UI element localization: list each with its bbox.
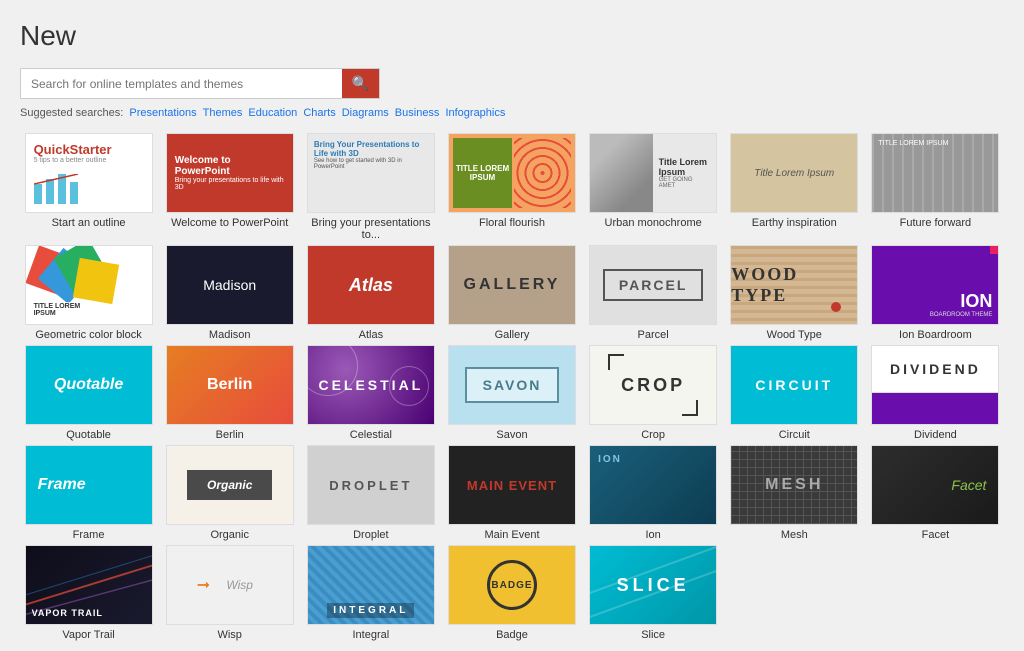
template-label-berlin: Berlin xyxy=(216,429,244,441)
template-label-ion2: Ion xyxy=(645,529,660,541)
suggested-link-infographics[interactable]: Infographics xyxy=(445,107,505,119)
template-label-parcel: Parcel xyxy=(638,329,669,341)
page-title: New xyxy=(20,20,1004,52)
template-dividend[interactable]: DIVIDEND Dividend xyxy=(867,345,1004,441)
search-bar: 🔍 xyxy=(20,68,380,99)
template-droplet[interactable]: DROPLET Droplet xyxy=(302,445,439,541)
template-floral[interactable]: TITLE LOREMIPSUM Floral flourish xyxy=(443,133,580,241)
template-earthy[interactable]: Title Lorem Ipsum Earthy inspiration xyxy=(726,133,863,241)
templates-grid: QuickStarter 5 tips to a better outline … xyxy=(20,133,1004,641)
template-label-urban: Urban monochrome xyxy=(605,217,702,229)
template-atlas[interactable]: Atlas Atlas xyxy=(302,245,439,341)
search-input[interactable] xyxy=(21,71,342,97)
suggested-link-themes[interactable]: Themes xyxy=(203,107,243,119)
template-label-future: Future forward xyxy=(900,217,972,229)
template-welcome[interactable]: Welcome to PowerPoint Bring your present… xyxy=(161,133,298,241)
suggested-link-presentations[interactable]: Presentations xyxy=(129,107,196,119)
template-ion2[interactable]: ION Ion xyxy=(585,445,722,541)
template-label-quotable: Quotable xyxy=(66,429,111,441)
template-label-frame: Frame xyxy=(73,529,105,541)
template-circuit[interactable]: CIRCUIT Circuit xyxy=(726,345,863,441)
template-quotable[interactable]: Quotable Quotable xyxy=(20,345,157,441)
template-vaportrail[interactable]: VAPOR TRAIL Vapor Trail xyxy=(20,545,157,641)
suggested-searches: Suggested searches: Presentations Themes… xyxy=(20,107,1004,119)
template-label-badge: Badge xyxy=(496,629,528,641)
template-organic[interactable]: Organic Organic xyxy=(161,445,298,541)
suggested-label: Suggested searches: xyxy=(20,107,123,119)
template-label-atlas: Atlas xyxy=(359,329,383,341)
template-label-crop: Crop xyxy=(641,429,665,441)
suggested-link-charts[interactable]: Charts xyxy=(303,107,335,119)
template-frame[interactable]: Frame Frame xyxy=(20,445,157,541)
template-label-organic: Organic xyxy=(210,529,249,541)
template-label-circuit: Circuit xyxy=(779,429,810,441)
template-quickstarter[interactable]: QuickStarter 5 tips to a better outline … xyxy=(20,133,157,241)
template-label-savon: Savon xyxy=(496,429,527,441)
template-integral[interactable]: INTEGRAL Integral xyxy=(302,545,439,641)
template-ion[interactable]: ION BOARDROOM THEME Ion Boardroom xyxy=(867,245,1004,341)
template-madison[interactable]: Madison Madison xyxy=(161,245,298,341)
template-label-celestial: Celestial xyxy=(350,429,392,441)
template-urban[interactable]: Title LoremIpsum GET GOING AMET Urban mo… xyxy=(585,133,722,241)
template-facet[interactable]: Facet Facet xyxy=(867,445,1004,541)
template-label-slice: Slice xyxy=(641,629,665,641)
template-celestial[interactable]: CELESTIAL Celestial xyxy=(302,345,439,441)
template-wisp[interactable]: ➞ Wisp Wisp xyxy=(161,545,298,641)
template-label-welcome: Welcome to PowerPoint xyxy=(171,217,288,229)
template-savon[interactable]: SAVON Savon xyxy=(443,345,580,441)
template-geometric[interactable]: TITLE LOREMIPSUM Geometric color block xyxy=(20,245,157,341)
template-label-bring: Bring your presentations to... xyxy=(302,217,439,241)
template-future[interactable]: TITLE LOREM IPSUM Future forward xyxy=(867,133,1004,241)
template-label-earthy: Earthy inspiration xyxy=(752,217,837,229)
template-label-mesh: Mesh xyxy=(781,529,808,541)
suggested-link-diagrams[interactable]: Diagrams xyxy=(342,107,389,119)
template-label-mainevent: Main Event xyxy=(484,529,539,541)
template-gallery[interactable]: GALLERY Gallery xyxy=(443,245,580,341)
template-label-floral: Floral flourish xyxy=(479,217,545,229)
template-label-dividend: Dividend xyxy=(914,429,957,441)
template-label-quickstarter: Start an outline xyxy=(52,217,126,229)
template-parcel[interactable]: PARCEL Parcel xyxy=(585,245,722,341)
template-label-ion: Ion Boardroom xyxy=(899,329,972,341)
template-label-vaportrail: Vapor Trail xyxy=(62,629,114,641)
template-label-woodtype: Wood Type xyxy=(767,329,822,341)
template-berlin[interactable]: Berlin Berlin xyxy=(161,345,298,441)
template-slice[interactable]: SLICE Slice xyxy=(585,545,722,641)
template-mesh[interactable]: MESH Mesh xyxy=(726,445,863,541)
search-button[interactable]: 🔍 xyxy=(342,69,379,98)
template-label-gallery: Gallery xyxy=(495,329,530,341)
template-label-droplet: Droplet xyxy=(353,529,388,541)
template-label-integral: Integral xyxy=(353,629,390,641)
template-label-madison: Madison xyxy=(209,329,251,341)
template-label-geometric: Geometric color block xyxy=(35,329,141,341)
template-label-wisp: Wisp xyxy=(217,629,241,641)
suggested-link-education[interactable]: Education xyxy=(248,107,297,119)
template-bring[interactable]: Bring Your Presentations to Life with 3D… xyxy=(302,133,439,241)
suggested-link-business[interactable]: Business xyxy=(395,107,440,119)
template-woodtype[interactable]: WOOD TYPE Wood Type xyxy=(726,245,863,341)
template-crop[interactable]: CROP Crop xyxy=(585,345,722,441)
template-badge[interactable]: BADGE Badge xyxy=(443,545,580,641)
template-label-facet: Facet xyxy=(922,529,950,541)
template-mainevent[interactable]: MAIN EVENT Main Event xyxy=(443,445,580,541)
